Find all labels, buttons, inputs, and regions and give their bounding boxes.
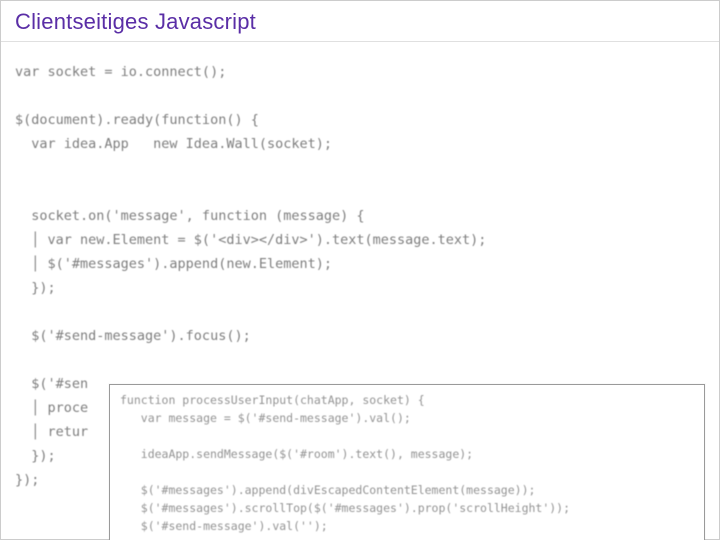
code-line: $('#send-message').focus(); xyxy=(15,328,251,344)
slide: Clientseitiges Javascript var socket = i… xyxy=(0,0,720,540)
code-line: }); xyxy=(15,280,56,296)
title-wrap: Clientseitiges Javascript xyxy=(1,1,719,42)
overlay-line: function processUserInput(chatApp, socke… xyxy=(120,393,425,407)
overlay-code-box: function processUserInput(chatApp, socke… xyxy=(109,384,705,540)
code-line: socket.on('message', function (message) … xyxy=(15,208,365,224)
code-area: var socket = io.connect(); $(document).r… xyxy=(1,42,719,506)
code-line: $('#sen xyxy=(15,376,88,392)
code-line: }); xyxy=(15,472,39,488)
overlay-line: $('#messages').append(divEscapedContentE… xyxy=(120,483,535,497)
overlay-line: $('#messages').scrollTop($('#messages').… xyxy=(120,501,570,515)
code-line: │ $('#messages').append(new.Element); xyxy=(15,256,332,272)
overlay-line: ideaApp.sendMessage($('#room').text(), m… xyxy=(120,447,473,461)
code-line: $(document).ready(function() { xyxy=(15,112,259,128)
code-line: │ proce xyxy=(15,400,88,416)
code-line: var socket = io.connect(); xyxy=(15,64,226,80)
code-line: }); xyxy=(15,448,56,464)
overlay-line: var message = $('#send-message').val(); xyxy=(120,411,411,425)
code-line: │ var new.Element = $('<div></div>').tex… xyxy=(15,232,486,248)
code-line: var idea.App new Idea.Wall(socket); xyxy=(15,136,332,152)
slide-title: Clientseitiges Javascript xyxy=(15,9,705,35)
overlay-code-block: function processUserInput(chatApp, socke… xyxy=(120,391,694,535)
code-line: │ retur xyxy=(15,424,88,440)
overlay-line: $('#send-message').val(''); xyxy=(120,519,328,533)
